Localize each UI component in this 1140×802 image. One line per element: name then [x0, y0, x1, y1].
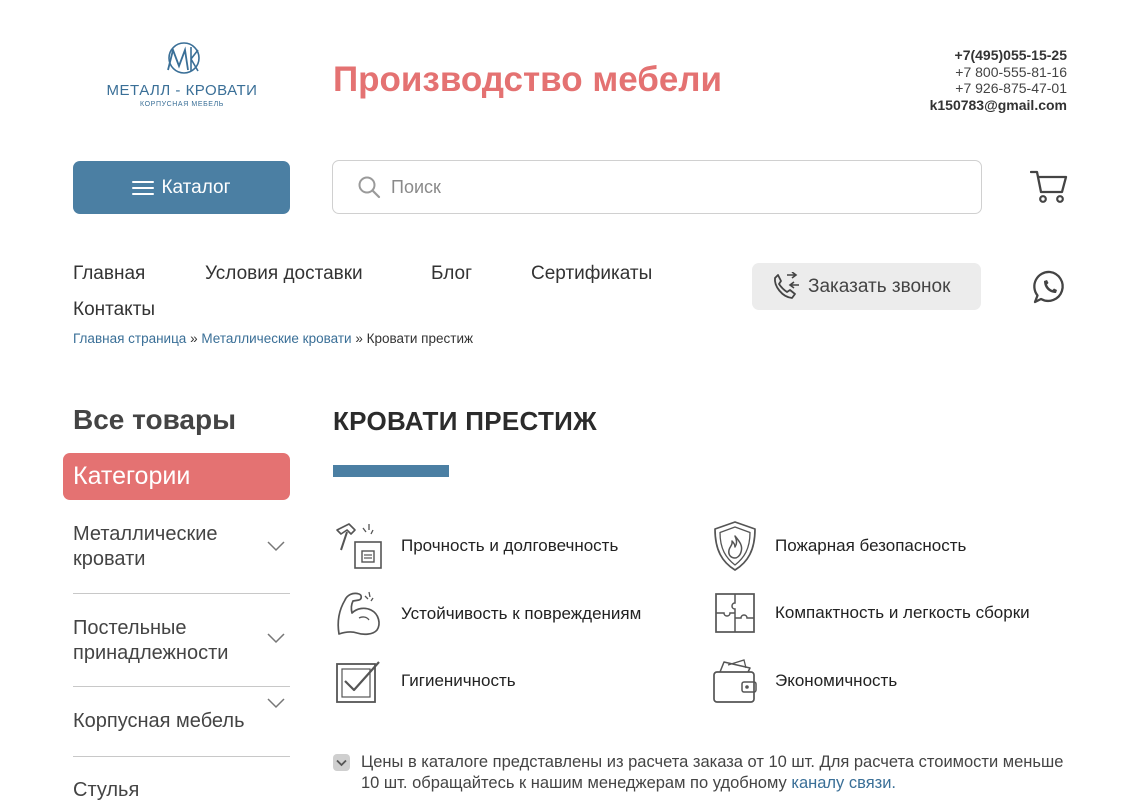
feature-label: Компактность и легкость сборки	[775, 603, 1030, 622]
site-title: Производство мебели	[333, 60, 723, 99]
nav-item-delivery[interactable]: Условия доставки	[205, 263, 431, 285]
phone-main-link[interactable]: +7(495)055-15-25	[930, 47, 1067, 64]
bicep-icon	[337, 591, 380, 636]
note-chevron-badge	[333, 754, 350, 771]
feature-item: Гигиеничность	[333, 656, 516, 706]
feature-item: Экономичность	[710, 656, 897, 706]
fire-shield-icon	[714, 521, 756, 571]
title-accent-bar	[333, 465, 449, 477]
page-title: КРОВАТИ ПРЕСТИЖ	[333, 406, 597, 436]
cart-button[interactable]	[1029, 170, 1068, 209]
breadcrumb-separator: »	[355, 331, 363, 346]
main-nav: Главная Условия доставки Блог Сертификат…	[73, 256, 713, 328]
chevron-down-icon[interactable]	[266, 540, 286, 552]
breadcrumb-separator: »	[190, 331, 198, 346]
cart-icon	[1029, 170, 1068, 203]
category-item-metal-beds[interactable]: Металлические кровати	[73, 510, 290, 594]
whatsapp-icon	[1033, 270, 1064, 304]
phone-2-link[interactable]: +7 800-555-81-16	[930, 64, 1067, 81]
category-label: Корпусная мебель	[73, 710, 245, 732]
contacts-block: +7(495)055-15-25 +7 800-555-81-16 +7 926…	[930, 47, 1067, 113]
feature-item: Компактность и легкость сборки	[710, 588, 1030, 638]
chevron-down-icon	[336, 759, 347, 766]
category-item-bedding[interactable]: Постельные принадлежности	[73, 594, 290, 687]
request-call-button[interactable]: Заказать звонок	[752, 263, 981, 310]
category-item-chairs[interactable]: Стулья	[73, 757, 290, 802]
logo-monogram-icon	[167, 42, 200, 74]
nav-item-certificates[interactable]: Сертификаты	[531, 263, 652, 285]
contact-channel-link[interactable]: каналу связи.	[791, 774, 896, 792]
categories-header: Категории	[63, 453, 290, 500]
nav-item-blog[interactable]: Блог	[431, 263, 531, 285]
hammer-icon	[336, 523, 382, 569]
search-icon	[358, 176, 381, 199]
checkbox-icon	[336, 661, 380, 703]
wallet-icon	[713, 659, 757, 703]
breadcrumb-metal-beds[interactable]: Металлические кровати	[201, 331, 351, 346]
category-label: Металлические кровати	[73, 523, 218, 570]
site-logo[interactable]: МЕТАЛЛ - КРОВАТИ КОРПУСНАЯ МЕБЕЛЬ	[104, 38, 260, 124]
feature-item: Пожарная безопасность	[710, 520, 966, 572]
category-list: Металлические кровати Постельные принадл…	[73, 510, 290, 802]
feature-label: Прочность и долговечность	[401, 536, 619, 555]
catalog-button[interactable]: Каталог	[73, 161, 290, 214]
feature-label: Устойчивость к повреждениям	[401, 604, 642, 623]
note-text: Цены в каталоге представлены из расчета …	[361, 753, 1064, 792]
whatsapp-button[interactable]	[1032, 269, 1068, 310]
feature-label: Экономичность	[775, 671, 898, 690]
feature-label: Пожарная безопасность	[775, 536, 967, 555]
feature-label: Гигиеничность	[401, 671, 516, 690]
menu-icon	[132, 177, 155, 199]
chevron-down-icon[interactable]	[266, 697, 286, 709]
sidebar-heading: Все товары	[73, 404, 237, 435]
category-label: Постельные принадлежности	[73, 617, 229, 664]
request-call-label: Заказать звонок	[808, 275, 951, 297]
pricing-note: Цены в каталоге представлены из расчета …	[333, 752, 1073, 794]
search-input[interactable]	[391, 176, 951, 198]
nav-item-home[interactable]: Главная	[73, 263, 205, 285]
search-box[interactable]	[332, 160, 982, 214]
email-link[interactable]: k150783@gmail.com	[930, 97, 1067, 114]
feature-item: Устойчивость к повреждениям	[333, 588, 641, 640]
puzzle-icon	[715, 593, 755, 633]
phone-call-icon	[774, 271, 799, 299]
breadcrumb-current: Кровати престиж	[366, 331, 474, 346]
category-label: Стулья	[73, 779, 140, 801]
phone-3-link[interactable]: +7 926-875-47-01	[930, 80, 1067, 97]
logo-subtitle: КОРПУСНАЯ МЕБЕЛЬ	[140, 101, 224, 108]
breadcrumb: Главная страница » Металлические кровати…	[73, 331, 473, 346]
category-item-cabinet-furniture[interactable]: Корпусная мебель	[73, 687, 290, 757]
feature-item: Прочность и долговечность	[333, 520, 618, 572]
nav-item-contacts[interactable]: Контакты	[73, 299, 155, 321]
catalog-button-label: Каталог	[161, 176, 231, 198]
note-text-block: Цены в каталоге представлены из расчета …	[361, 752, 1073, 794]
logo-name: МЕТАЛЛ - КРОВАТИ	[106, 82, 258, 99]
chevron-down-icon[interactable]	[266, 632, 286, 644]
breadcrumb-home[interactable]: Главная страница	[73, 331, 186, 346]
